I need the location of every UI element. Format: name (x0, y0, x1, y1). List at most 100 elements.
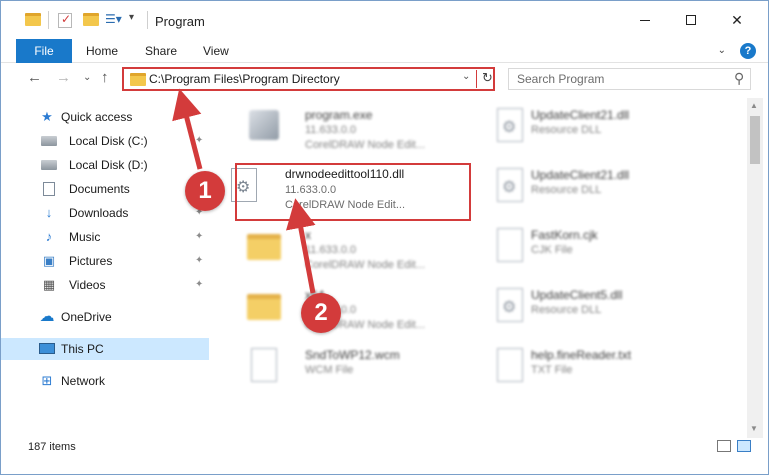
search-icon: ⚲ (733, 70, 744, 86)
file-name: UpdateClient5.dll (531, 288, 623, 302)
file-item[interactable]: FastKorn.cjk CJK File (481, 222, 721, 280)
details-view-icon[interactable] (717, 440, 731, 452)
tiles-view-icon[interactable] (737, 440, 751, 452)
up-arrow-icon[interactable]: ↑ (101, 69, 109, 86)
tab-file[interactable]: File (16, 39, 72, 63)
scroll-down-icon[interactable]: ▼ (750, 424, 758, 433)
download-icon: ↓ (45, 205, 53, 220)
sidebar-item-label: OneDrive (61, 310, 112, 324)
network-icon: ⊞ (41, 373, 53, 388)
pin-icon[interactable]: ✦ (195, 135, 203, 146)
navigation-bar: ← → ⌄ ↑ C:\Program Files\Program Directo… (1, 63, 768, 95)
file-version: 11.633.0.0 (305, 124, 357, 136)
file-icon (493, 228, 527, 270)
window-title: Program (155, 14, 205, 29)
file-item[interactable]: UpdateClient21.dll Resource DLL (481, 102, 721, 160)
star-icon: ★ (41, 109, 53, 124)
disk-icon (41, 158, 57, 172)
close-button[interactable]: ✕ (714, 1, 760, 39)
sidebar-item-label: Music (69, 230, 101, 244)
sidebar-item-local-disk-d[interactable]: Local Disk (D:) (1, 154, 209, 176)
maximize-button[interactable] (668, 1, 714, 39)
back-arrow-icon[interactable]: ← (27, 69, 42, 86)
file-description: CorelDRAW Node Edit... (305, 259, 426, 271)
disk-icon (41, 134, 57, 148)
sidebar-item-label: Network (61, 374, 106, 388)
expand-ribbon-icon[interactable]: ⌄ (718, 45, 726, 56)
folder-icon (247, 288, 281, 330)
file-item[interactable]: UpdateClient21.dll Resource DLL (481, 162, 721, 220)
file-item[interactable]: x64 11.633.0.0 CorelDRAW Node Edit... (235, 282, 475, 340)
sidebar-item-network[interactable]: ⊞ Network (1, 370, 209, 392)
recent-locations-icon[interactable]: ⌄ (83, 72, 91, 83)
pin-icon[interactable]: ✦ (195, 279, 203, 290)
vertical-scrollbar[interactable]: ▲ ▼ (747, 98, 763, 438)
tab-home[interactable]: Home (86, 39, 118, 63)
sidebar-item-downloads[interactable]: ↓ Downloads ✦ (1, 202, 209, 224)
minimize-icon (640, 19, 650, 21)
chevron-down-icon[interactable]: ⌄ (462, 71, 470, 82)
forward-arrow-icon[interactable]: → (56, 69, 71, 86)
help-icon[interactable]: ? (740, 43, 756, 59)
scrollbar-thumb[interactable] (750, 116, 760, 164)
sidebar-item-local-disk-c[interactable]: Local Disk (C:) ✦ (1, 130, 209, 152)
folder-icon (25, 13, 41, 26)
search-input[interactable]: Search Program (517, 72, 604, 86)
file-name: help.fineReader.txt (531, 348, 632, 362)
sidebar-item-quick-access[interactable]: ★ Quick access (1, 106, 209, 128)
sidebar-item-documents[interactable]: Documents ✦ (1, 178, 209, 200)
pin-icon[interactable]: ✦ (195, 231, 203, 242)
tab-share[interactable]: Share (145, 39, 177, 63)
ribbon: File Home Share View ⌄ ? (1, 39, 768, 63)
dll-icon (493, 288, 527, 330)
sidebar-item-this-pc[interactable]: This PC (1, 338, 209, 360)
tab-view[interactable]: View (203, 39, 229, 63)
file-type: TXT File (531, 364, 573, 376)
address-bar[interactable]: C:\Program Files\Program Directory ⌄ ↻ (122, 67, 495, 91)
document-icon (41, 182, 57, 196)
file-list: program.exe 11.633.0.0 CorelDRAW Node Ed… (215, 98, 745, 438)
sidebar-item-music[interactable]: ♪ Music ✦ (1, 226, 209, 248)
refresh-icon[interactable]: ↻ (482, 70, 493, 86)
dll-icon (493, 108, 527, 150)
cloud-icon: ☁ (39, 308, 55, 325)
file-name: FastKorn.cjk (531, 228, 598, 242)
folder-icon (130, 73, 146, 86)
computer-icon (39, 342, 55, 356)
file-type: WCM File (305, 364, 354, 376)
maximize-icon (686, 15, 696, 25)
sidebar-item-label: Quick access (61, 110, 133, 124)
folder-icon (247, 228, 281, 270)
item-count: 187 items (28, 441, 76, 453)
address-path[interactable]: C:\Program Files\Program Directory (149, 72, 340, 86)
chevron-down-icon[interactable]: ▾ (129, 12, 134, 23)
sidebar-item-videos[interactable]: ▦ Videos ✦ (1, 274, 209, 296)
file-name: SndToWP12.wcm (305, 348, 400, 362)
sidebar-item-pictures[interactable]: ▣ Pictures ✦ (1, 250, 209, 272)
close-icon: ✕ (731, 11, 743, 28)
file-name: program.exe (305, 108, 373, 122)
file-item[interactable]: SndToWP12.wcm WCM File (235, 342, 475, 400)
file-item[interactable]: help.fineReader.txt TXT File (481, 342, 721, 400)
sidebar-item-onedrive[interactable]: ☁ OneDrive (1, 306, 209, 328)
exe-icon (247, 108, 281, 150)
highlight-box (235, 163, 471, 221)
navigation-pane: ★ Quick access Local Disk (C:) ✦ Local D… (1, 98, 211, 438)
step-2-callout: 2 (301, 293, 341, 333)
properties-icon[interactable] (58, 12, 72, 28)
videos-icon: ▦ (42, 277, 56, 292)
file-item[interactable]: program.exe 11.633.0.0 CorelDRAW Node Ed… (235, 102, 475, 160)
search-box[interactable]: Search Program ⚲ (508, 68, 751, 90)
divider (476, 70, 477, 88)
minimize-button[interactable] (622, 1, 668, 39)
sidebar-item-label: Downloads (69, 206, 129, 220)
new-folder-icon[interactable] (83, 13, 99, 26)
scroll-up-icon[interactable]: ▲ (750, 101, 758, 110)
file-type: Resource DLL (531, 124, 602, 136)
file-item[interactable]: UpdateClient5.dll Resource DLL (481, 282, 721, 340)
pin-icon[interactable]: ✦ (195, 255, 203, 266)
title-bar: ☰▾ ▾ Program ✕ (1, 1, 768, 39)
step-1-callout: 1 (185, 171, 225, 211)
customize-quick-access-icon[interactable]: ☰▾ (105, 12, 122, 26)
file-item[interactable]: x 11.633.0.0 CorelDRAW Node Edit... (235, 222, 475, 280)
